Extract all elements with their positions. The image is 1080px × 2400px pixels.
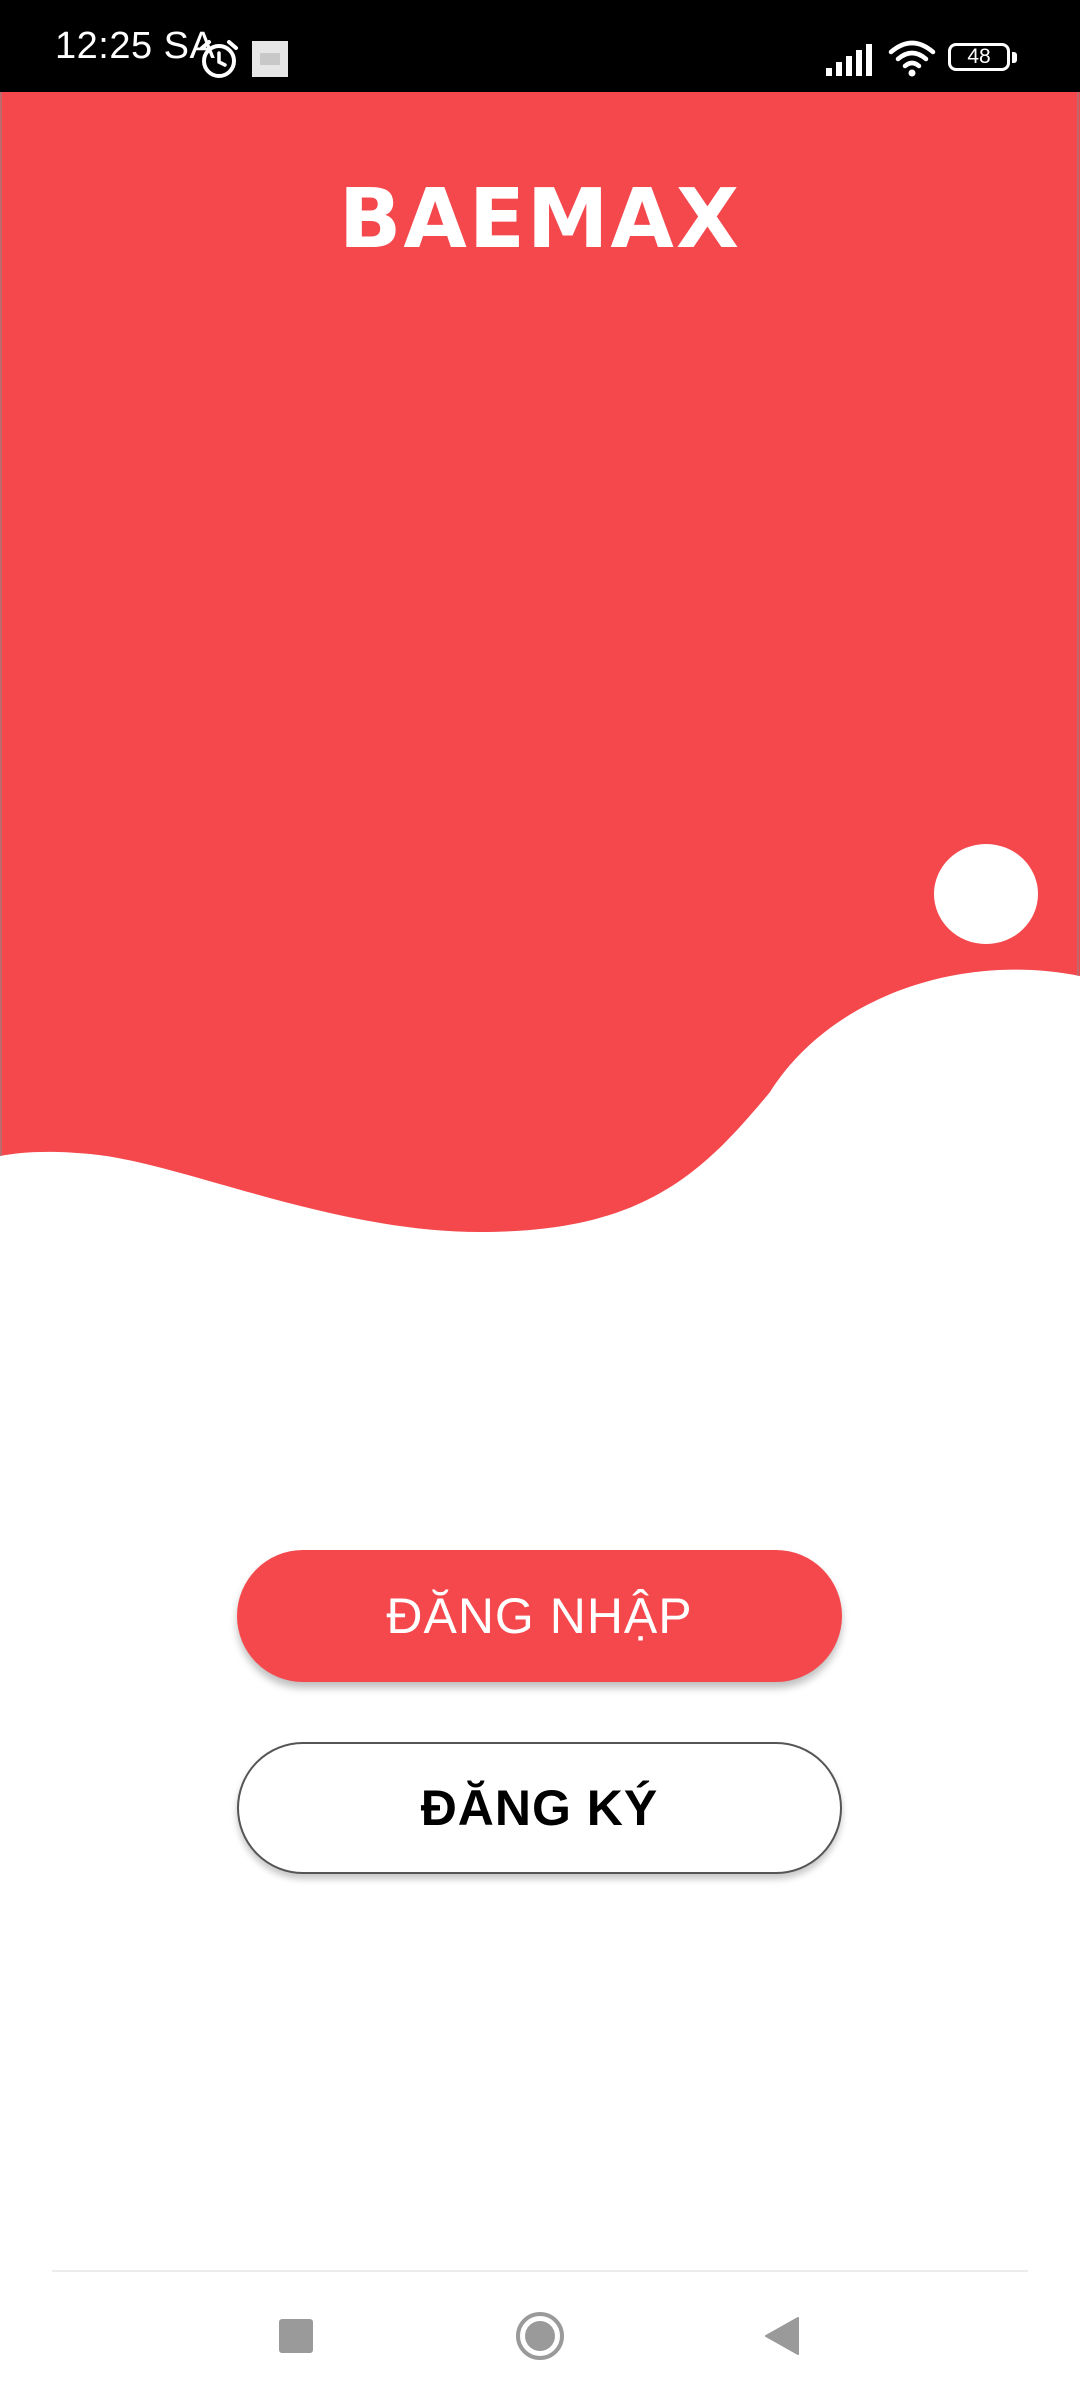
recents-square-icon[interactable] [278, 2318, 314, 2354]
alarm-icon [200, 40, 238, 78]
decorative-circle [934, 844, 1038, 944]
battery-icon: 48 [948, 43, 1020, 75]
register-button[interactable]: ĐĂNG KÝ [237, 1742, 842, 1874]
battery-level: 48 [967, 45, 991, 68]
nav-divider [52, 2270, 1028, 2272]
login-button[interactable]: ĐĂNG NHẬP [237, 1550, 842, 1682]
login-button-label: ĐĂNG NHẬP [386, 1588, 693, 1644]
status-time: 12:25 SA [55, 25, 216, 67]
back-triangle-icon[interactable] [764, 2316, 800, 2356]
welcome-screen: 12:25 SA 48 BAEMAX ĐĂNG NHẬP ĐĂNG KÝ [0, 0, 1080, 2400]
app-logo: BAEMAX [338, 172, 742, 267]
notification-image-icon [252, 41, 288, 77]
wifi-icon [888, 40, 936, 77]
signal-icon [826, 44, 872, 76]
status-bar: 12:25 SA 48 [0, 0, 1080, 92]
register-button-label: ĐĂNG KÝ [420, 1780, 659, 1836]
home-circle-icon[interactable] [514, 2310, 566, 2362]
